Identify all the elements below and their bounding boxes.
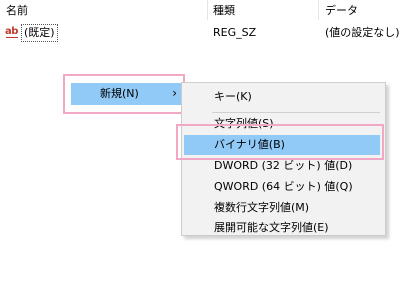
column-divider[interactable] [207,0,208,20]
column-header: 名前 種類 データ [0,0,400,20]
registry-string-icon: ab [5,25,19,38]
registry-value-row[interactable]: ab (既定) REG_SZ (値の設定なし) [0,22,400,42]
submenu-item-label: キー(K) [214,90,252,103]
submenu-item-label: 展開可能な文字列値(E) [214,221,329,234]
column-data-header[interactable]: データ [325,3,358,19]
menu-separator [212,112,380,113]
submenu-item-label: 文字列値(S) [214,117,274,130]
column-divider[interactable] [318,0,319,20]
submenu-item-dword-value[interactable]: DWORD (32 ビット) 値(D) [182,156,385,176]
column-name-header[interactable]: 名前 [6,3,28,19]
submenu-item-binary-value[interactable]: バイナリ値(B) [182,135,385,155]
context-menu: 新規(N) › [63,74,185,114]
submenu-item-label: DWORD (32 ビット) 値(D) [214,159,353,172]
submenu-item-multi-string-value[interactable]: 複数行文字列値(M) [182,198,385,218]
registry-editor-screen: 名前 種類 データ ab (既定) REG_SZ (値の設定なし) 新規(N) … [0,0,400,292]
new-submenu: キー(K) 文字列値(S) バイナリ値(B) DWORD (32 ビット) 値(… [181,82,386,236]
submenu-item-label: 複数行文字列値(M) [214,201,310,214]
submenu-arrow-icon: › [172,86,177,100]
menu-item-new[interactable]: 新規(N) › [71,83,181,105]
icon-text: ab [5,26,18,37]
submenu-item-string-value[interactable]: 文字列値(S) [182,114,385,134]
value-type: REG_SZ [213,26,257,39]
submenu-item-label: QWORD (64 ビット) 値(Q) [214,180,353,193]
column-type-header[interactable]: 種類 [213,3,235,19]
submenu-item-label: バイナリ値(B) [214,138,285,151]
submenu-item-qword-value[interactable]: QWORD (64 ビット) 値(Q) [182,177,385,197]
submenu-item-expandable-string-value[interactable]: 展開可能な文字列値(E) [182,218,385,238]
value-name: (既定) [21,24,58,42]
submenu-item-key[interactable]: キー(K) [182,87,385,107]
menu-item-new-label: 新規(N) [100,87,139,100]
icon-underline [6,37,18,38]
value-data: (値の設定なし) [325,26,400,39]
